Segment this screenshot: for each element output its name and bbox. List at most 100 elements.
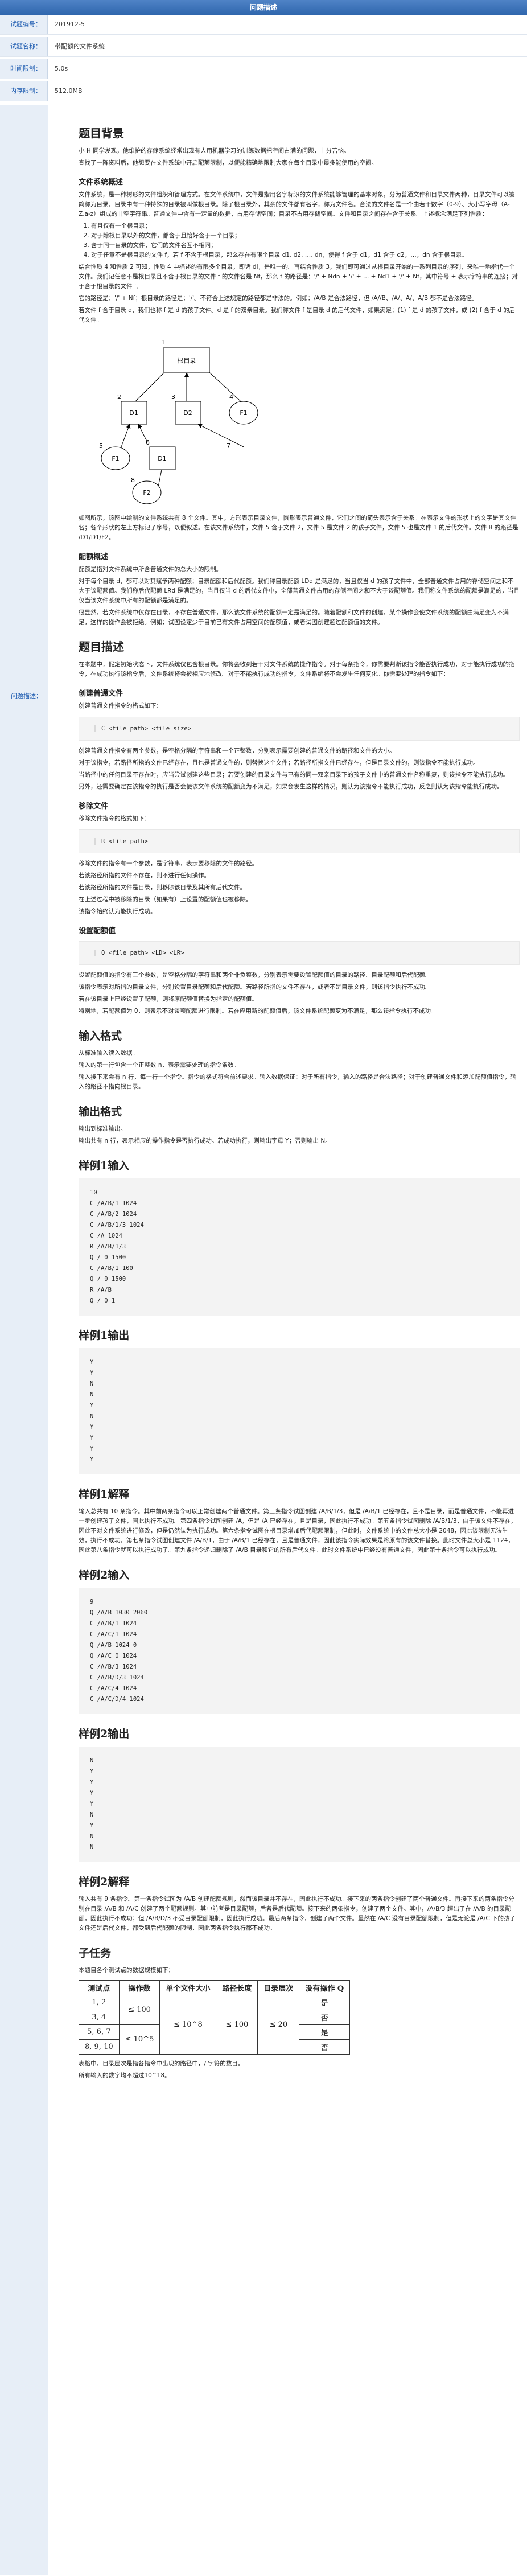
paragraph: 从标准输入读入数据。 (79, 1050, 138, 1057)
property-list: 有且仅有一个根目录； 对于除根目录以外的文件，都含于且恰好含于一个目录； 含于同… (91, 221, 520, 260)
section-heading: 子任务 (79, 1947, 112, 1959)
subsection-heading: 创建普通文件 (79, 689, 123, 698)
section-heading: 输出格式 (79, 1106, 122, 1118)
sample-heading: 样例1解释 (79, 1488, 130, 1501)
node-label: D2 (183, 409, 192, 417)
title-bar: 问题描述 (0, 0, 527, 15)
meta-row-time: 时间限制： 5.0s (0, 59, 527, 79)
code-line: C <file path> <file size> (94, 725, 511, 732)
paragraph: 对于每个目录 d，都可以对其赋予两种配额：目录配额和后代配额。我们称目录配额 L… (79, 578, 520, 604)
table-cell: 否 (299, 2039, 351, 2055)
meta-value: 201912-5 (55, 20, 85, 28)
table-header: 没有操作 Q (299, 1980, 351, 1995)
paragraph: 另外，还需要确定在该指令的执行是否会使该文件系统的配额变为不满足，如果会发生这样… (79, 783, 503, 790)
sample-heading: 样例2解释 (79, 1876, 130, 1888)
sample-heading: 样例2输出 (79, 1728, 130, 1740)
paragraph: 所有输入的数字均不超过10^18。 (79, 2072, 171, 2079)
node-number: 6 (146, 439, 150, 446)
paragraph: 如图所示，该图中绘制的文件系统共有 8 个文件。其中，方形表示目录文件，圆形表示… (79, 515, 518, 541)
subsection-heading: 文件系统概述 (79, 178, 123, 187)
table-cell: 是 (299, 1995, 351, 2010)
title-bar-text: 问题描述 (249, 3, 277, 11)
paragraph: 输入总共有 10 条指令。其中前两条指令可以正常创建两个普通文件。第三条指令试图… (79, 1508, 517, 1554)
table-cell: 3, 4 (79, 2010, 120, 2025)
table-cell: ≤ 100 (216, 1995, 258, 2055)
table-header: 目录层次 (257, 1980, 300, 1995)
paragraph: 输出共有 n 行，表示相应的操作指令是否执行成功。若成功执行，则输出字母 Y；否… (79, 1137, 331, 1144)
paragraph: 在上述过程中被移除的目录（如果有）上设置的配额值也被移除。 (79, 896, 252, 903)
subsection-heading: 配额概述 (79, 553, 109, 561)
meta-row-id: 试题编号： 201912-5 (0, 15, 527, 35)
sample-output-2: N Y Y Y Y N Y N N (79, 1747, 520, 1862)
table-header-row: 测试点 操作数 单个文件大小 路径长度 目录层次 没有操作 Q (79, 1980, 351, 1995)
paragraph: 该指令始终认为能执行成功。 (79, 908, 157, 915)
description-label-column: 问题描述： (0, 105, 48, 2575)
paragraph: 表格中，目录层次是指各指令中出现的路径中，/ 字符的数目。 (79, 2060, 244, 2067)
list-item: 有且仅有一个根目录； (91, 221, 520, 231)
subsection-heading: 移除文件 (79, 802, 109, 811)
table-cell: ≤ 10^8 (159, 1995, 217, 2055)
subsection-heading: 设置配额值 (79, 927, 116, 935)
table-header: 测试点 (79, 1980, 120, 1995)
paragraph: 输入接下来会有 n 行，每一行一个指令。指令的格式符合前述要求。输入数据保证：对… (79, 1074, 517, 1090)
paragraph: 查找了一阵资料后，他想要在文件系统中开启配额限制，以便能精确地限制大家在每个目录… (79, 159, 377, 166)
paragraph: 当路径中的任何目录不存在时，应当尝试创建这些目录；若要创建的目录文件与已有的同一… (79, 771, 509, 778)
meta-row-name: 试题名称： 带配额的文件系统 (0, 37, 527, 57)
paragraph: 创建普通文件指令的格式如下： (79, 702, 162, 709)
table-header: 单个文件大小 (159, 1980, 217, 1995)
section-heading: 题目描述 (79, 640, 124, 654)
file-system-diagram: 根目录 D1 D2 F1 F1 D1 F2 1 2 3 4 5 6 7 8 (99, 339, 258, 504)
node-number: 8 (131, 476, 135, 484)
node-number: 1 (161, 339, 165, 346)
node-label: D1 (158, 455, 166, 462)
paragraph: 若在该目录上已经设置了配额，则将原配额值替换为指定的配额值。 (79, 996, 258, 1003)
code-block: R <file path> (79, 829, 520, 853)
code-block: Q <file path> <LD> <LR> (79, 941, 520, 965)
node-label: 根目录 (178, 356, 196, 364)
paragraph: 输入的第一行包含一个正整数 n，表示需要处理的指令条数。 (79, 1062, 240, 1069)
sample-heading: 样例2输入 (79, 1569, 130, 1581)
paragraph: 输入共有 9 条指令。第一条指令试图为 /A/B 创建配额规则，然而该目录并不存… (79, 1896, 516, 1932)
subtask-table: 测试点 操作数 单个文件大小 路径长度 目录层次 没有操作 Q 1, 2 ≤ 1… (79, 1980, 351, 2055)
problem-content: 题目背景 小 H 同学发现，他维护的存储系统经常出现有人用机器学习的训练数据把空… (79, 114, 520, 2083)
meta-label: 时间限制： (0, 59, 48, 79)
meta-label: 试题编号： (0, 15, 48, 34)
node-label: F1 (112, 455, 119, 462)
table-cell: 否 (299, 2010, 351, 2025)
node-number: 7 (227, 442, 230, 450)
description-label: 问题描述： (11, 692, 42, 700)
sample-input-2: 9 Q /A/B 1030 2060 C /A/B/1 1024 C /A/C/… (79, 1588, 520, 1714)
paragraph: 设置配额值的指令有三个参数，是空格分隔的字符串和两个非负整数，分别表示需要设置配… (79, 972, 431, 979)
node-number: 3 (171, 393, 175, 401)
table-row: 1, 2 ≤ 100 ≤ 10^8 ≤ 100 ≤ 20 是 (79, 1995, 351, 2055)
meta-value: 512.0MB (55, 87, 83, 95)
code-line: Q <file path> <LD> <LR> (94, 950, 511, 956)
node-label: F1 (240, 409, 247, 417)
node-label: F2 (143, 489, 150, 496)
paragraph: 创建普通文件指令有两个参数，是空格分隔的字符串和一个正整数，分别表示需要创建的普… (79, 747, 396, 754)
meta-label: 试题名称： (0, 37, 48, 56)
paragraph: 在本题中，假定初始状态下，文件系统仅包含根目录。你将会收到若干对文件系统的操作指… (79, 661, 515, 677)
section-heading: 输入格式 (79, 1030, 122, 1042)
paragraph: 该指令表示对所指的目录文件，分别设置目录配额和后代配额。若路径所指的文件不存在，… (79, 984, 431, 991)
sample-input-1: 10 C /A/B/1 1024 C /A/B/2 1024 C /A/B/1/… (79, 1178, 520, 1316)
paragraph: 结合性质 4 和性质 2 可知，性质 4 中描述的有限多个目录，即诸 di，是唯… (79, 264, 518, 290)
list-item: 含于同一目录的文件，它们的文件名互不相同； (91, 241, 520, 250)
node-label: D1 (129, 409, 138, 417)
paragraph: 很显然，若文件系统中仅存在目录，不存在普通文件，那么该文件系统的配额一定是满足的… (79, 609, 509, 626)
code-block: C <file path> <file size> (79, 717, 520, 741)
list-item: 对于除根目录以外的文件，都含于且恰好含于一个目录； (91, 231, 520, 241)
table-cell: 8, 9, 10 (79, 2039, 120, 2055)
paragraph: 文件系统，是一种树形的文件组织和管理方式。在文件系统中，文件是指用名字标识的文件… (79, 191, 515, 217)
paragraph: 对于该指令，若路径所指的文件已经存在，且也是普通文件的，则替换这个文件；若路径所… (79, 759, 479, 766)
table-cell: ≤ 20 (257, 1995, 300, 2055)
sample-heading: 样例1输入 (79, 1160, 130, 1172)
paragraph: 移除文件指令的格式如下： (79, 815, 150, 822)
table-header: 操作数 (118, 1980, 160, 1995)
code-line: R <file path> (94, 838, 511, 845)
paragraph: 若该路径所指的文件是目录，则移除该目录及其所有后代文件。 (79, 884, 246, 891)
table-cell: ≤ 10^5 (118, 2024, 160, 2055)
list-item: 对于任意不是根目录的文件 f，若 f 不含于根目录，那么存在有限个目录 d1, … (91, 250, 520, 260)
section-heading: 题目背景 (79, 126, 124, 140)
table-cell: 1, 2 (79, 1995, 120, 2010)
